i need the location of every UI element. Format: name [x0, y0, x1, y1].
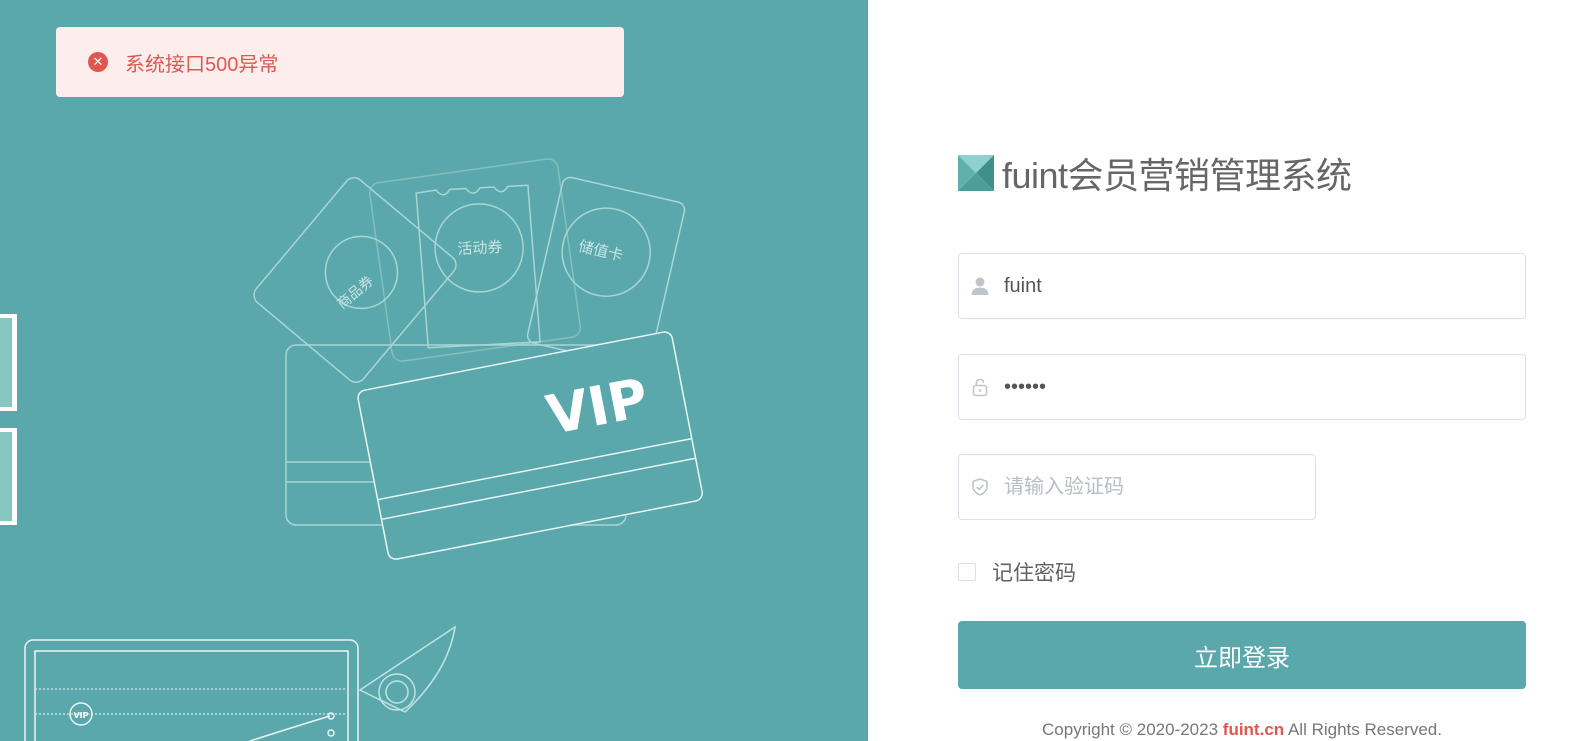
illustration-panel: 商品券 活动券 储值卡 VIP VIP [0, 0, 868, 741]
user-icon [969, 275, 991, 297]
activity-coupon-label: 活动券 [457, 239, 503, 258]
captcha-input[interactable] [1004, 457, 1315, 517]
stored-value-card-label: 储值卡 [577, 238, 625, 265]
side-thumbnail-top[interactable] [0, 314, 17, 411]
page-title: fuint会员营销管理系统 [1002, 155, 1352, 196]
vip-badge-label: VIP [73, 711, 88, 720]
password-input[interactable] [1004, 357, 1525, 417]
error-alert-message: 系统接口500异常 [125, 53, 279, 76]
side-thumbnail-bottom[interactable] [0, 428, 17, 525]
error-circle-icon: ✕ [88, 52, 108, 72]
password-field[interactable] [958, 354, 1526, 420]
error-alert: ✕ 系统接口500异常 [56, 27, 624, 97]
login-panel: fuint会员营销管理系统 记住密码 立即登录 Copyright © 2020… [868, 0, 1573, 741]
username-field[interactable] [958, 253, 1526, 319]
brand-header: fuint会员营销管理系统 [958, 150, 1352, 196]
lock-icon [969, 376, 991, 398]
logo-icon [958, 155, 994, 191]
goods-coupon-label: 商品券 [334, 272, 376, 311]
remember-label[interactable]: 记住密码 [992, 557, 1076, 587]
site-link[interactable]: fuint.cn [1223, 720, 1284, 739]
copyright-suffix: All Rights Reserved. [1287, 720, 1442, 739]
marketing-illustration: 商品券 活动券 储值卡 VIP VIP [24, 158, 703, 741]
remember-checkbox[interactable] [958, 563, 976, 581]
shield-check-icon [969, 476, 991, 498]
remember-password[interactable]: 记住密码 [958, 557, 1076, 587]
copyright-prefix: Copyright © 2020-2023 [1042, 720, 1219, 739]
captcha-field[interactable] [958, 454, 1316, 520]
login-button[interactable]: 立即登录 [958, 621, 1526, 689]
copyright-footer: Copyright © 2020-2023 fuint.cn All Right… [958, 720, 1526, 740]
username-input[interactable] [1004, 256, 1525, 316]
